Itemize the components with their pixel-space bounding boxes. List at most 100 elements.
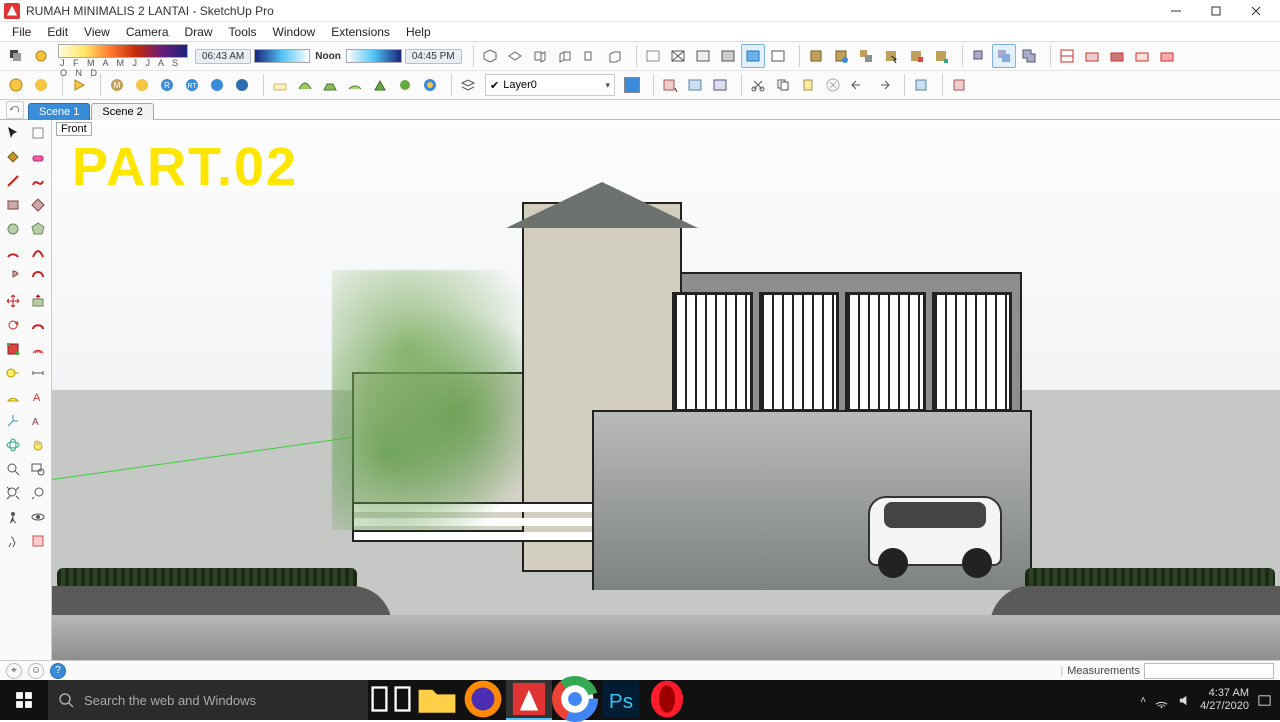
taskbar-search[interactable]: Search the web and Windows [48, 680, 368, 720]
menu-view[interactable]: View [76, 23, 118, 41]
view-left-icon[interactable] [603, 44, 627, 68]
taskbar-clock[interactable]: 4:37 AM 4/27/2020 [1200, 687, 1249, 713]
component-edit-icon[interactable] [829, 44, 853, 68]
credits-icon[interactable]: ☺ [28, 663, 44, 679]
pushpull-icon[interactable] [27, 290, 49, 312]
solid-outer-icon[interactable] [967, 44, 991, 68]
arc-tool-icon[interactable] [2, 242, 24, 264]
section-active-icon[interactable] [1155, 44, 1179, 68]
move-tool-icon[interactable] [2, 290, 24, 312]
offset-tool-icon[interactable] [27, 338, 49, 360]
freehand-icon[interactable] [27, 170, 49, 192]
warehouse-icon[interactable] [909, 73, 933, 97]
view-right-icon[interactable] [553, 44, 577, 68]
sandbox-flip-icon[interactable] [393, 73, 417, 97]
vray-bb-icon[interactable] [205, 73, 229, 97]
menu-edit[interactable]: Edit [39, 23, 76, 41]
layer-dropdown[interactable]: ✔ Layer0 ▾ [485, 74, 615, 96]
month-gradient[interactable] [58, 44, 188, 58]
make-component-icon[interactable] [27, 122, 49, 144]
system-tray[interactable]: ˄ 4:37 AM 4/27/2020 [1132, 687, 1280, 713]
view-top-icon[interactable] [503, 44, 527, 68]
section-plane-tool-icon[interactable] [27, 530, 49, 552]
vray-br-icon[interactable] [230, 73, 254, 97]
vray-sphere2-icon[interactable] [29, 73, 53, 97]
photoshop-icon[interactable]: Ps [598, 680, 644, 720]
opera-icon[interactable] [644, 680, 690, 720]
vray-circle-icon[interactable] [130, 73, 154, 97]
component-replace-icon[interactable] [854, 44, 878, 68]
start-button[interactable] [0, 680, 48, 720]
text-tool-icon[interactable]: A [27, 386, 49, 408]
select-tool-icon[interactable] [2, 122, 24, 144]
vray-r-icon[interactable]: R [155, 73, 179, 97]
shadow-toggle-icon[interactable] [4, 44, 28, 68]
cut-icon[interactable] [746, 73, 770, 97]
style-shaded-textures-icon[interactable] [741, 44, 765, 68]
walk-tool-icon[interactable] [2, 530, 24, 552]
dimension-icon[interactable] [27, 362, 49, 384]
component-make-icon[interactable] [804, 44, 828, 68]
pie-tool-icon[interactable] [2, 266, 24, 288]
zoom-window-icon[interactable] [27, 458, 49, 480]
3dtext-icon[interactable]: A [27, 410, 49, 432]
time-gradient-pm[interactable] [346, 49, 402, 63]
shadow-settings-icon[interactable] [29, 44, 53, 68]
menu-file[interactable]: File [4, 23, 39, 41]
circle-tool-icon[interactable] [2, 218, 24, 240]
vray-sphere-icon[interactable] [4, 73, 28, 97]
undo-icon[interactable] [846, 73, 870, 97]
paste-icon[interactable] [796, 73, 820, 97]
style-wireframe-icon[interactable] [666, 44, 690, 68]
section-cut-icon[interactable] [1055, 44, 1079, 68]
solid-intersect-icon[interactable] [992, 44, 1016, 68]
sandbox-stamp-icon[interactable] [318, 73, 342, 97]
copy-icon[interactable] [771, 73, 795, 97]
sandbox-grid-icon[interactable] [268, 73, 292, 97]
protractor-icon[interactable] [2, 386, 24, 408]
layers-panel-icon[interactable] [456, 73, 480, 97]
sandbox-drape-icon[interactable] [343, 73, 367, 97]
scene-tab-1[interactable]: Scene 1 [28, 103, 90, 120]
dc-attributes-icon[interactable] [708, 73, 732, 97]
delete-icon[interactable] [821, 73, 845, 97]
style-hidden-icon[interactable] [691, 44, 715, 68]
vray-sun-icon[interactable] [418, 73, 442, 97]
sandbox-detail-icon[interactable] [368, 73, 392, 97]
position-camera-icon[interactable] [2, 506, 24, 528]
vray-m-icon[interactable]: M [105, 73, 129, 97]
menu-extensions[interactable]: Extensions [323, 23, 398, 41]
view-back-icon[interactable] [578, 44, 602, 68]
pan-tool-icon[interactable] [27, 434, 49, 456]
chrome-icon[interactable] [552, 680, 598, 720]
followme-icon[interactable] [27, 314, 49, 336]
scene-refresh-icon[interactable] [6, 101, 24, 119]
previous-view-icon[interactable] [27, 482, 49, 504]
style-shaded-icon[interactable] [716, 44, 740, 68]
arc2-tool-icon[interactable] [27, 242, 49, 264]
section-display-icon[interactable] [1080, 44, 1104, 68]
component-select-icon[interactable] [879, 44, 903, 68]
scale-tool-icon[interactable] [2, 338, 24, 360]
tray-chevron-icon[interactable]: ˄ [1140, 695, 1146, 706]
component-attr-icon[interactable] [929, 44, 953, 68]
network-icon[interactable] [1154, 693, 1169, 708]
shadow-time-left[interactable]: 06:43 AM [195, 49, 251, 64]
maximize-button[interactable] [1196, 0, 1236, 22]
sketchup-taskbar-icon[interactable] [506, 680, 552, 720]
style-xray-icon[interactable] [641, 44, 665, 68]
sandbox-smoove-icon[interactable] [293, 73, 317, 97]
shadow-months[interactable]: J F M A M J J A S O N D [58, 44, 188, 68]
firefox-icon[interactable] [460, 680, 506, 720]
look-around-icon[interactable] [27, 506, 49, 528]
dc-options-icon[interactable] [683, 73, 707, 97]
extensions-icon[interactable] [947, 73, 971, 97]
vray-rt-icon[interactable]: RT [180, 73, 204, 97]
section-fill-icon[interactable] [1105, 44, 1129, 68]
task-view-icon[interactable] [368, 680, 414, 720]
rotated-rect-icon[interactable] [27, 194, 49, 216]
measurements-input[interactable] [1144, 663, 1274, 679]
zoom-tool-icon[interactable] [2, 458, 24, 480]
shadow-time-right[interactable]: 04:45 PM [405, 49, 462, 64]
tape-tool-icon[interactable] [2, 362, 24, 384]
